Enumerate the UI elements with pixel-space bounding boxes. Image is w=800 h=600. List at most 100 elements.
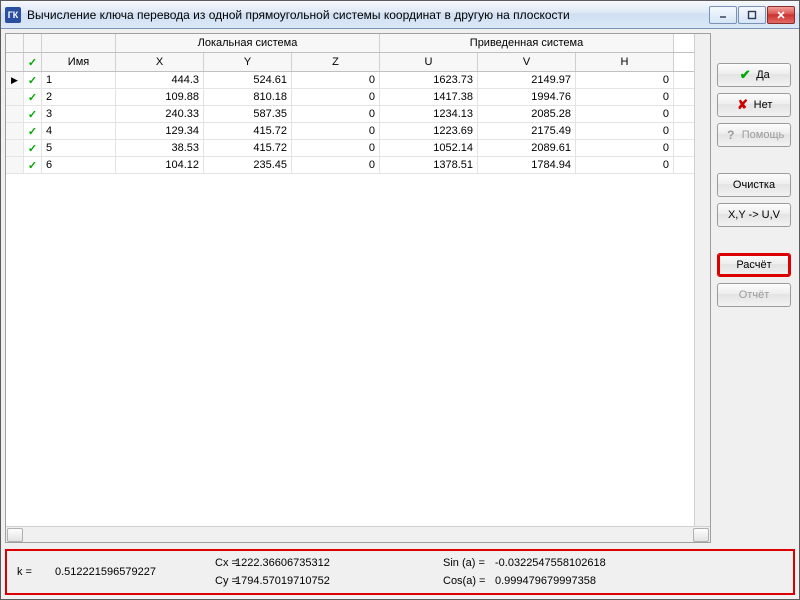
check-icon: ✓ xyxy=(28,56,37,69)
row-check[interactable]: ✓ xyxy=(24,123,42,139)
cell-name[interactable]: 6 xyxy=(42,157,116,173)
cell-u[interactable]: 1623.73 xyxy=(380,72,478,88)
cell-z[interactable]: 0 xyxy=(292,106,380,122)
cell-h[interactable]: 0 xyxy=(576,72,674,88)
help-button[interactable]: ? Помощь xyxy=(717,123,791,147)
button-label: Помощь xyxy=(742,129,785,141)
minimize-button[interactable] xyxy=(709,6,737,24)
report-button[interactable]: Отчёт xyxy=(717,283,791,307)
col-v[interactable]: V xyxy=(478,53,576,71)
cell-z[interactable]: 0 xyxy=(292,72,380,88)
row-check[interactable]: ✓ xyxy=(24,106,42,122)
cell-z[interactable]: 0 xyxy=(292,140,380,156)
row-check[interactable]: ✓ xyxy=(24,157,42,173)
cell-z[interactable]: 0 xyxy=(292,89,380,105)
cell-z[interactable]: 0 xyxy=(292,157,380,173)
cx-value: 1222.36606735312 xyxy=(235,557,263,569)
cross-icon: ✘ xyxy=(736,98,750,112)
cell-y[interactable]: 235.45 xyxy=(204,157,292,173)
grid-body[interactable]: ▶✓1444.3524.6101623.732149.970▶✓2109.888… xyxy=(6,72,694,526)
cell-h[interactable]: 0 xyxy=(576,123,674,139)
table-row[interactable]: ▶✓4129.34415.7201223.692175.490 xyxy=(6,123,694,140)
cell-u[interactable]: 1417.38 xyxy=(380,89,478,105)
cell-x[interactable]: 109.88 xyxy=(116,89,204,105)
cell-h[interactable]: 0 xyxy=(576,157,674,173)
cell-y[interactable]: 415.72 xyxy=(204,123,292,139)
col-z[interactable]: Z xyxy=(292,53,380,71)
cell-h[interactable]: 0 xyxy=(576,89,674,105)
row-marker: ▶ xyxy=(6,72,24,88)
table-row[interactable]: ▶✓6104.12235.4501378.511784.940 xyxy=(6,157,694,174)
cx-label: Cx = xyxy=(215,557,235,569)
col-name[interactable]: Имя xyxy=(42,53,116,71)
cell-u[interactable]: 1234.13 xyxy=(380,106,478,122)
cell-v[interactable]: 2149.97 xyxy=(478,72,576,88)
cell-x[interactable]: 444.3 xyxy=(116,72,204,88)
cy-label: Cy = xyxy=(215,575,235,587)
maximize-button[interactable] xyxy=(738,6,766,24)
cell-y[interactable]: 415.72 xyxy=(204,140,292,156)
cell-h[interactable]: 0 xyxy=(576,106,674,122)
scroll-left-button[interactable] xyxy=(7,528,23,542)
row-check[interactable]: ✓ xyxy=(24,140,42,156)
cell-name[interactable]: 1 xyxy=(42,72,116,88)
cell-name[interactable]: 4 xyxy=(42,123,116,139)
client-area: Локальная система Приведенная система ✓ … xyxy=(1,29,799,599)
button-label: Очистка xyxy=(733,179,775,191)
cell-v[interactable]: 2175.49 xyxy=(478,123,576,139)
cell-u[interactable]: 1378.51 xyxy=(380,157,478,173)
row-check[interactable]: ✓ xyxy=(24,89,42,105)
cell-z[interactable]: 0 xyxy=(292,123,380,139)
col-marker[interactable] xyxy=(6,53,24,71)
title-bar[interactable]: ГК Вычисление ключа перевода из одной пр… xyxy=(1,1,799,29)
cell-x[interactable]: 104.12 xyxy=(116,157,204,173)
sin-label: Sin (a) = xyxy=(443,557,495,569)
cell-y[interactable]: 587.35 xyxy=(204,106,292,122)
cell-y[interactable]: 524.61 xyxy=(204,72,292,88)
grid-vertical-scrollbar[interactable] xyxy=(694,34,710,526)
group-reduced: Приведенная система xyxy=(380,34,674,52)
xy-to-uv-button[interactable]: X,Y -> U,V xyxy=(717,203,791,227)
col-u[interactable]: U xyxy=(380,53,478,71)
cell-name[interactable]: 2 xyxy=(42,89,116,105)
close-button[interactable] xyxy=(767,6,795,24)
cell-v[interactable]: 2089.61 xyxy=(478,140,576,156)
row-marker: ▶ xyxy=(6,157,24,173)
cell-v[interactable]: 2085.28 xyxy=(478,106,576,122)
cell-u[interactable]: 1052.14 xyxy=(380,140,478,156)
window-controls xyxy=(709,6,795,24)
cell-y[interactable]: 810.18 xyxy=(204,89,292,105)
table-row[interactable]: ▶✓1444.3524.6101623.732149.970 xyxy=(6,72,694,89)
col-check[interactable]: ✓ xyxy=(24,53,42,71)
button-label: Расчёт xyxy=(736,259,771,271)
scroll-right-button[interactable] xyxy=(693,528,709,542)
table-row[interactable]: ▶✓2109.88810.1801417.381994.760 xyxy=(6,89,694,106)
cell-h[interactable]: 0 xyxy=(576,140,674,156)
table-row[interactable]: ▶✓538.53415.7201052.142089.610 xyxy=(6,140,694,157)
cell-x[interactable]: 129.34 xyxy=(116,123,204,139)
cell-x[interactable]: 38.53 xyxy=(116,140,204,156)
col-y[interactable]: Y xyxy=(204,53,292,71)
calculate-button[interactable]: Расчёт xyxy=(717,253,791,277)
yes-button[interactable]: ✔ Да xyxy=(717,63,791,87)
results-panel: Cx = 1222.36606735312 k = 0.512221596579… xyxy=(5,549,795,595)
app-window: ГК Вычисление ключа перевода из одной пр… xyxy=(0,0,800,600)
no-button[interactable]: ✘ Нет xyxy=(717,93,791,117)
col-x[interactable]: X xyxy=(116,53,204,71)
grid-horizontal-scrollbar[interactable] xyxy=(6,526,710,542)
cell-u[interactable]: 1223.69 xyxy=(380,123,478,139)
cell-name[interactable]: 3 xyxy=(42,106,116,122)
table-row[interactable]: ▶✓3240.33587.3501234.132085.280 xyxy=(6,106,694,123)
col-h[interactable]: H xyxy=(576,53,674,71)
row-check[interactable]: ✓ xyxy=(24,72,42,88)
cos-value: 0.999479679997358 xyxy=(495,575,675,587)
button-label: Да xyxy=(756,69,770,81)
row-marker: ▶ xyxy=(6,89,24,105)
cell-name[interactable]: 5 xyxy=(42,140,116,156)
cell-v[interactable]: 1994.76 xyxy=(478,89,576,105)
clear-button[interactable]: Очистка xyxy=(717,173,791,197)
data-grid[interactable]: Локальная система Приведенная система ✓ … xyxy=(5,33,711,543)
cell-v[interactable]: 1784.94 xyxy=(478,157,576,173)
cell-x[interactable]: 240.33 xyxy=(116,106,204,122)
button-label: Нет xyxy=(754,99,773,111)
